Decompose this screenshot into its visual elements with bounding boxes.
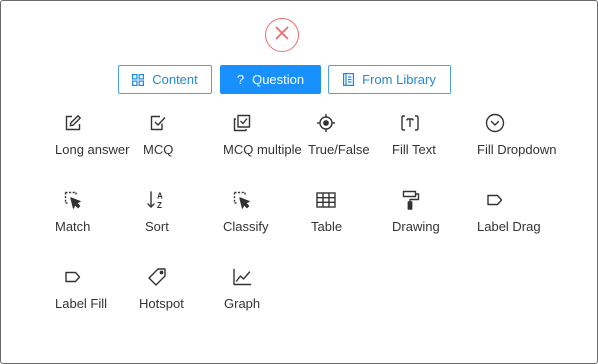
- tab-label: Question: [252, 72, 305, 87]
- item-label: Long answer: [55, 142, 130, 157]
- tab-label: From Library: [362, 72, 436, 87]
- checkbox-icon: [148, 113, 168, 133]
- question-icon: ?: [236, 72, 245, 87]
- tab-from-library[interactable]: From Library: [328, 65, 451, 94]
- fill-text-icon: [400, 113, 420, 133]
- multi-checkbox-icon: [232, 113, 252, 133]
- dropdown-icon: [485, 113, 505, 133]
- tab-question[interactable]: ? Question: [220, 65, 321, 94]
- item-label: Drawing: [392, 219, 440, 234]
- line-graph-icon: [232, 267, 252, 287]
- item-label: Label Fill: [55, 296, 108, 311]
- tab-label: Content: [152, 72, 198, 87]
- close-button[interactable]: [265, 18, 299, 52]
- label-tag-icon: [485, 190, 505, 210]
- close-icon: [275, 26, 289, 45]
- tab-content[interactable]: Content: [118, 65, 212, 94]
- svg-text:A: A: [157, 192, 163, 201]
- item-label: Label Drag: [477, 219, 541, 234]
- label-tag-icon: [63, 267, 83, 287]
- item-label: MCQ: [143, 142, 174, 157]
- item-label: True/False: [308, 142, 370, 157]
- select-pointer-icon: [63, 190, 83, 210]
- item-label: MCQ multiple: [223, 142, 302, 157]
- content-grid-icon: [132, 73, 145, 86]
- item-label: Classify: [223, 219, 269, 234]
- library-icon: [343, 73, 355, 86]
- item-label: Graph: [224, 296, 261, 311]
- tag-icon: [147, 267, 167, 287]
- item-label: Fill Text: [392, 142, 436, 157]
- item-label: Fill Dropdown: [477, 142, 557, 157]
- sort-az-icon: AZ: [146, 190, 166, 210]
- edit-icon: [63, 113, 83, 133]
- item-label: Hotspot: [139, 296, 184, 311]
- item-label: Sort: [145, 219, 169, 234]
- crosshair-icon: [316, 113, 336, 133]
- item-label: Match: [55, 219, 91, 234]
- add-item-dialog: Content ? Question From Library Long ans…: [0, 0, 598, 364]
- paint-roller-icon: [401, 190, 421, 210]
- select-pointer-icon: [232, 190, 252, 210]
- item-label: Table: [311, 219, 343, 234]
- svg-text:Z: Z: [157, 201, 162, 210]
- table-icon: [316, 190, 336, 210]
